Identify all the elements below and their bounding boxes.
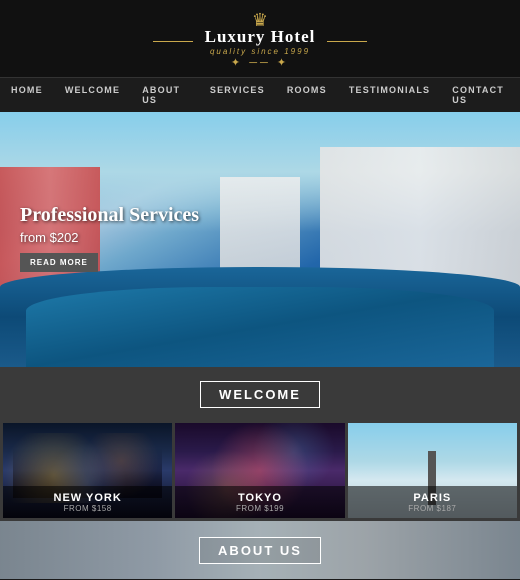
- main-nav: HOME WELCOME ABOUT US SERVICES ROOMS TES…: [0, 78, 520, 112]
- logo-divider-right: [327, 41, 367, 42]
- hero-building-right: [320, 147, 520, 287]
- newyork-name: NEW YORK: [11, 492, 164, 504]
- welcome-title: WELCOME: [200, 381, 320, 408]
- about-title: ABOUT US: [199, 537, 321, 564]
- logo-text: Luxury Hotel quality since 1999: [197, 27, 324, 56]
- header: ♛ Luxury Hotel quality since 1999 ✦ ── ✦: [0, 0, 520, 78]
- read-more-button[interactable]: READ MORE: [20, 253, 98, 272]
- city-card-tokyo[interactable]: TOKYO FROM $199: [175, 423, 344, 518]
- logo-ornament-bottom: ✦ ── ✦: [0, 56, 520, 69]
- tokyo-name: TOKYO: [183, 492, 336, 504]
- hero-pool-inner: [26, 287, 494, 367]
- hero-title: Professional Services: [20, 204, 199, 227]
- logo-name: Luxury Hotel: [205, 27, 316, 47]
- hero-pool: [0, 267, 520, 367]
- tokyo-overlay: TOKYO FROM $199: [175, 486, 344, 518]
- nav-testimonials[interactable]: TESTIMONIALS: [338, 78, 441, 112]
- nav-home[interactable]: HOME: [0, 78, 54, 112]
- welcome-section: WELCOME: [0, 367, 520, 420]
- city-card-paris[interactable]: PARIS FROM $187: [348, 423, 517, 518]
- paris-name: PARIS: [356, 492, 509, 504]
- newyork-overlay: NEW YORK FROM $158: [3, 486, 172, 518]
- hero-price: from $202: [20, 230, 199, 245]
- city-cards: NEW YORK FROM $158 TOKYO FROM $199 PARIS…: [0, 420, 520, 521]
- newyork-price: FROM $158: [11, 504, 164, 513]
- nav-about[interactable]: ABOUT US: [131, 78, 199, 112]
- hero-building-center: [220, 177, 300, 277]
- tokyo-price: FROM $199: [183, 504, 336, 513]
- hero-content: Professional Services from $202 READ MOR…: [20, 204, 199, 272]
- nav-welcome[interactable]: WELCOME: [54, 78, 131, 112]
- paris-price: FROM $187: [356, 504, 509, 513]
- paris-overlay: PARIS FROM $187: [348, 486, 517, 518]
- city-card-newyork[interactable]: NEW YORK FROM $158: [3, 423, 172, 518]
- hero-section: Professional Services from $202 READ MOR…: [0, 112, 520, 367]
- logo-container: Luxury Hotel quality since 1999: [0, 27, 520, 56]
- nav-contact[interactable]: CONTACT US: [441, 78, 520, 112]
- logo-tagline: quality since 1999: [205, 47, 316, 56]
- nav-services[interactable]: SERVICES: [199, 78, 276, 112]
- logo-divider-left: [153, 41, 193, 42]
- nav-rooms[interactable]: ROOMS: [276, 78, 338, 112]
- about-teaser: ABOUT US: [0, 521, 520, 579]
